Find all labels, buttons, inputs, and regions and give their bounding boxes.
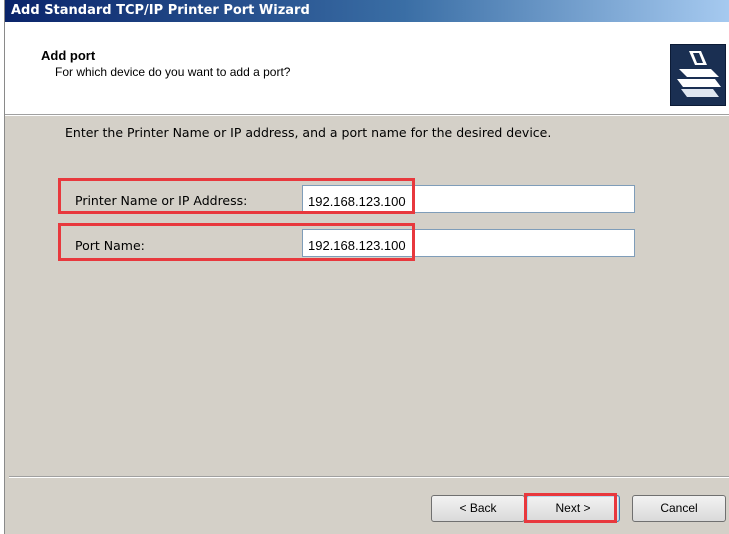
port-name-input[interactable] — [302, 229, 635, 257]
printer-name-label: Printer Name or IP Address: — [75, 193, 248, 208]
back-button[interactable]: < Back — [431, 495, 525, 522]
port-name-label: Port Name: — [75, 238, 145, 253]
window-title: Add Standard TCP/IP Printer Port Wizard — [5, 0, 729, 22]
wizard-header: Add port For which device do you want to… — [5, 22, 729, 115]
header-subtitle: For which device do you want to add a po… — [55, 65, 291, 79]
header-title: Add port — [41, 48, 96, 63]
next-button[interactable]: Next > — [526, 495, 620, 522]
footer-divider — [9, 476, 729, 478]
wizard-window: Add Standard TCP/IP Printer Port Wizard … — [4, 0, 729, 534]
cancel-button[interactable]: Cancel — [632, 495, 726, 522]
printer-name-input[interactable] — [302, 185, 635, 213]
printer-icon — [670, 44, 726, 106]
instruction-text: Enter the Printer Name or IP address, an… — [65, 125, 552, 140]
